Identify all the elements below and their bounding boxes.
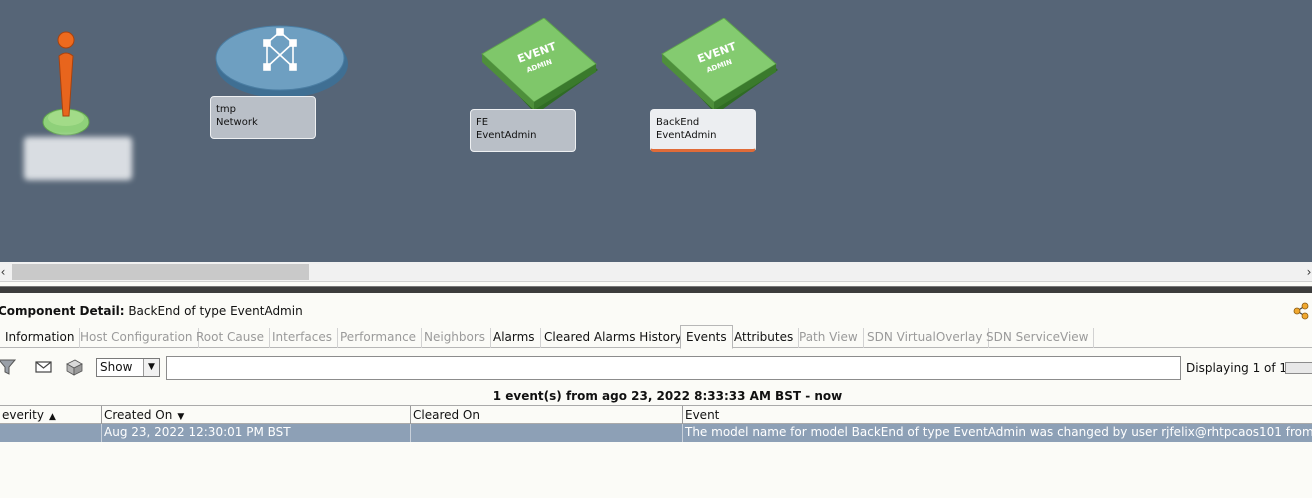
network-icon[interactable] (210, 18, 352, 104)
detail-tabs: Information Host Configuration Root Caus… (0, 325, 1312, 349)
event-admin-backend-icon[interactable]: EVENT ADMIN (658, 18, 784, 118)
tab-interfaces[interactable]: Interfaces (267, 328, 338, 348)
filter-icon[interactable] (0, 358, 18, 376)
column-created-on[interactable]: Created On ▼ (102, 406, 411, 424)
tab-information[interactable]: Information (0, 328, 81, 348)
component-detail-header: Component Detail: BackEnd of type EventA… (0, 300, 1312, 322)
tab-events[interactable]: Events (680, 325, 733, 349)
events-table: everity ▲ Created On ▼ Cleared On Event Au… (0, 405, 1312, 442)
scroll-left-icon[interactable]: ‹ (0, 265, 8, 279)
topology-canvas[interactable]: tmp Network EVENT ADMIN FE EventAdmin EV… (0, 0, 1312, 262)
tab-root-cause[interactable]: Root Cause (191, 328, 270, 348)
table-header: everity ▲ Created On ▼ Cleared On Event (0, 405, 1312, 424)
cell-created-on: Aug 23, 2022 12:30:01 PM BST (102, 424, 411, 442)
node-label-backend[interactable]: BackEnd EventAdmin (650, 109, 756, 152)
pager-control[interactable] (1285, 362, 1312, 374)
tab-alarms[interactable]: Alarms (488, 328, 541, 348)
email-icon[interactable] (34, 358, 54, 376)
cell-severity (0, 424, 102, 442)
tab-path-view[interactable]: Path View (794, 328, 864, 348)
tab-performance[interactable]: Performance (335, 328, 423, 348)
tab-attributes[interactable]: Attributes (729, 328, 800, 348)
component-detail-title: Component Detail: BackEnd of type EventA… (0, 304, 303, 318)
sort-desc-icon: ▼ (177, 412, 185, 422)
table-row[interactable]: Aug 23, 2022 12:30:01 PM BST The model n… (0, 424, 1312, 442)
share-icon[interactable] (1293, 302, 1309, 320)
events-summary: 1 event(s) from ago 23, 2022 8:33:33 AM … (492, 389, 843, 403)
clear-events-icon[interactable] (64, 358, 84, 376)
chevron-down-icon[interactable]: ▼ (143, 359, 159, 376)
column-cleared-on[interactable]: Cleared On (411, 406, 683, 424)
sort-asc-icon: ▲ (48, 412, 56, 422)
column-event[interactable]: Event (683, 406, 1312, 424)
node-label-fe[interactable]: FE EventAdmin (470, 109, 576, 152)
tab-sdn-virtualoverlay[interactable]: SDN VirtualOverlay (862, 328, 989, 348)
tab-host-configuration[interactable]: Host Configuration (75, 328, 199, 348)
show-select[interactable]: Show ▼ (96, 358, 160, 377)
pane-splitter[interactable] (0, 286, 1312, 293)
scrollbar-thumb[interactable] (12, 264, 309, 280)
scroll-right-icon[interactable]: › (1304, 265, 1312, 279)
tab-neighbors[interactable]: Neighbors (419, 328, 492, 348)
tab-sdn-serviceview[interactable]: SDN ServiceView (981, 328, 1095, 348)
canvas-horizontal-scrollbar[interactable]: ‹ › (0, 262, 1312, 282)
cell-cleared-on (411, 424, 683, 442)
displaying-count: Displaying 1 of 1 (1186, 361, 1288, 375)
location-pin-icon[interactable] (40, 28, 96, 146)
tab-cleared-alarms-history[interactable]: Cleared Alarms History (539, 328, 688, 348)
node-label-tmp[interactable]: tmp Network (210, 96, 316, 139)
cell-event: The model name for model BackEnd of type… (685, 425, 1312, 439)
column-severity[interactable]: everity ▲ (0, 406, 102, 424)
filter-input[interactable] (166, 356, 1181, 380)
events-toolbar: Show ▼ Displaying 1 of 1 (0, 352, 1312, 384)
event-admin-fe-icon[interactable]: EVENT ADMIN (478, 18, 604, 118)
node-label-blurred[interactable] (24, 137, 132, 180)
